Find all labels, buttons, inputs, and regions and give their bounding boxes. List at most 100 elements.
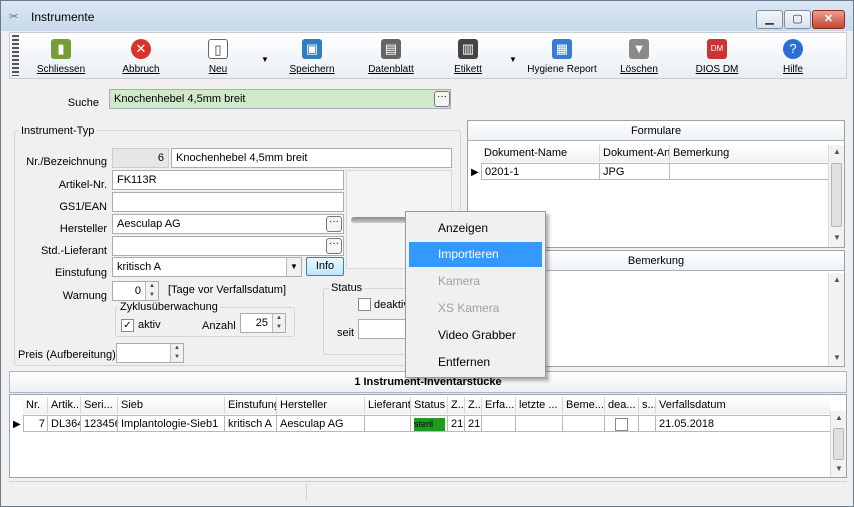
col-beme[interactable]: Beme... [563, 397, 605, 414]
menu-item-entfernen[interactable]: Entfernen [409, 350, 542, 375]
formulare-scrollbar[interactable]: ▲ ▼ [828, 145, 844, 247]
cell-z1[interactable]: 21 [448, 415, 465, 432]
formulare-cell-bemerkung[interactable] [670, 163, 828, 180]
col-z2[interactable]: Z... [465, 397, 482, 414]
minimize-button[interactable]: ▁ [756, 10, 783, 29]
status-bar-part-1 [9, 483, 307, 501]
warnung-unit: [Tage vor Verfallsdatum] [168, 284, 287, 296]
col-dokument-name[interactable]: Dokument-Name [481, 145, 600, 162]
cell-sieb[interactable]: Implantologie-Sieb1 [118, 415, 225, 432]
bezeichnung-field[interactable]: Knochenhebel 4,5mm breit [171, 148, 452, 168]
scroll-down-icon[interactable]: ▼ [830, 231, 844, 245]
scroll-down-icon[interactable]: ▼ [830, 351, 844, 365]
cell-nr[interactable]: 7 [23, 415, 48, 432]
col-status[interactable]: Status [411, 397, 448, 414]
col-bemerkung[interactable]: Bemerkung [670, 145, 828, 162]
nr-field: 6 [112, 148, 169, 168]
col-s[interactable]: s... [639, 397, 656, 414]
inventory-scrollbar[interactable]: ▲ ▼ [830, 411, 846, 477]
col-erfa[interactable]: Erfa... [482, 397, 516, 414]
menu-item-anzeigen[interactable]: Anzeigen [409, 216, 542, 241]
etikett-dropdown-arrow[interactable]: ▼ [509, 55, 517, 64]
cell-dea[interactable] [605, 415, 639, 432]
cell-verfallsdatum[interactable]: 21.05.2018 [656, 415, 830, 432]
gs1-field[interactable] [112, 192, 344, 212]
hilfe-button[interactable]: ? Hilfe [768, 35, 818, 77]
row-pointer-icon: ▶ [13, 419, 21, 430]
menu-item-video-grabber[interactable]: Video Grabber [409, 323, 542, 348]
seit-field[interactable] [358, 319, 408, 339]
cell-z2[interactable]: 21 [465, 415, 482, 432]
col-serie[interactable]: Seri... [81, 397, 118, 414]
dea-checkbox[interactable] [615, 418, 628, 431]
col-hersteller[interactable]: Hersteller [277, 397, 365, 414]
loeschen-button[interactable]: ▼ Löschen [614, 35, 664, 77]
col-z1[interactable]: Z... [448, 397, 465, 414]
cell-hersteller[interactable]: Aesculap AG [277, 415, 365, 432]
hygiene-report-button[interactable]: ▦ Hygiene Report [522, 35, 602, 77]
maximize-button[interactable]: ▢ [784, 10, 811, 29]
scroll-thumb[interactable] [833, 428, 844, 460]
col-dokument-art[interactable]: Dokument-Art [600, 145, 670, 162]
lieferant-label: Std.-Lieferant [40, 245, 107, 257]
inventory-grid: Nr. Artik... Seri... Sieb Einstufung Her… [9, 394, 847, 478]
cell-beme[interactable] [563, 415, 605, 432]
cancel-icon: ✕ [131, 39, 151, 59]
aktiv-checkbox[interactable]: ✓ [121, 319, 134, 332]
etikett-button[interactable]: ▥ Etikett [437, 35, 499, 77]
col-lieferant[interactable]: Lieferant [365, 397, 411, 414]
preis-stepper[interactable]: ▲ ▼ [170, 344, 183, 362]
einstufung-select[interactable]: kritisch A [112, 257, 302, 277]
col-einstufung[interactable]: Einstufung [225, 397, 277, 414]
anzahl-stepper[interactable]: ▲ ▼ [272, 314, 285, 332]
cell-lieferant[interactable] [365, 415, 411, 432]
col-artikel[interactable]: Artik... [48, 397, 81, 414]
window-title: Instrumente [31, 10, 95, 24]
warnung-stepper[interactable]: ▲ ▼ [145, 282, 158, 300]
scroll-up-icon[interactable]: ▲ [830, 145, 844, 159]
hersteller-field[interactable]: Aesculap AG [112, 214, 344, 234]
menu-item-importieren[interactable]: Importieren [409, 242, 542, 267]
search-lookup-button[interactable]: ··· [434, 91, 450, 107]
col-verfallsdatum[interactable]: Verfallsdatum [656, 397, 830, 414]
col-letzte[interactable]: letzte ... [516, 397, 563, 414]
dios-dm-button[interactable]: DM DIOS DM [686, 35, 748, 77]
toolbar-grip[interactable] [12, 35, 19, 76]
formulare-cell-name[interactable]: 0201-1 [481, 163, 600, 180]
scroll-thumb[interactable] [831, 163, 842, 227]
info-button[interactable]: Info [306, 257, 344, 276]
cell-erfa[interactable] [482, 415, 516, 432]
lieferant-lookup-button[interactable]: ··· [326, 238, 342, 254]
neu-dropdown-arrow[interactable]: ▼ [261, 55, 269, 64]
cell-serie[interactable]: 123456 [81, 415, 118, 432]
deaktiv-checkbox[interactable] [358, 298, 371, 311]
search-input[interactable]: Knochenhebel 4,5mm breit [109, 89, 451, 109]
formulare-cell-art[interactable]: JPG [600, 163, 670, 180]
close-button[interactable]: ✕ [812, 10, 845, 29]
scroll-down-icon[interactable]: ▼ [832, 462, 846, 476]
chevron-down-icon[interactable]: ▼ [286, 258, 301, 276]
bemerkung-scrollbar[interactable]: ▲ ▼ [828, 273, 844, 366]
col-nr[interactable]: Nr. [23, 397, 48, 414]
datenblatt-button[interactable]: ▤ Datenblatt [360, 35, 422, 77]
cell-einstufung[interactable]: kritisch A [225, 415, 277, 432]
image-context-menu: Anzeigen Importieren Kamera XS Kamera Vi… [405, 211, 546, 378]
schliessen-button[interactable]: ▮ Schliessen [30, 35, 92, 77]
scroll-up-icon[interactable]: ▲ [830, 273, 844, 287]
lieferant-field[interactable] [112, 236, 344, 256]
speichern-button[interactable]: ▣ Speichern [281, 35, 343, 77]
title-bar: ✂ Instrumente ▁ ▢ ✕ [1, 1, 853, 31]
cell-s[interactable] [639, 415, 656, 432]
cell-artikel[interactable]: DL364 [48, 415, 81, 432]
scroll-up-icon[interactable]: ▲ [832, 411, 846, 425]
abbruch-button[interactable]: ✕ Abbruch [110, 35, 172, 77]
hersteller-lookup-button[interactable]: ··· [326, 216, 342, 232]
col-sieb[interactable]: Sieb [118, 397, 225, 414]
artikel-field[interactable]: FK113R [112, 170, 344, 190]
neu-button[interactable]: ▯ Neu [193, 35, 243, 77]
cell-letzte[interactable] [516, 415, 563, 432]
cell-status[interactable]: steril [411, 415, 448, 432]
save-disk-icon: ▣ [302, 39, 322, 59]
col-dea[interactable]: dea... [605, 397, 639, 414]
menu-item-xs-kamera: XS Kamera [438, 301, 500, 315]
